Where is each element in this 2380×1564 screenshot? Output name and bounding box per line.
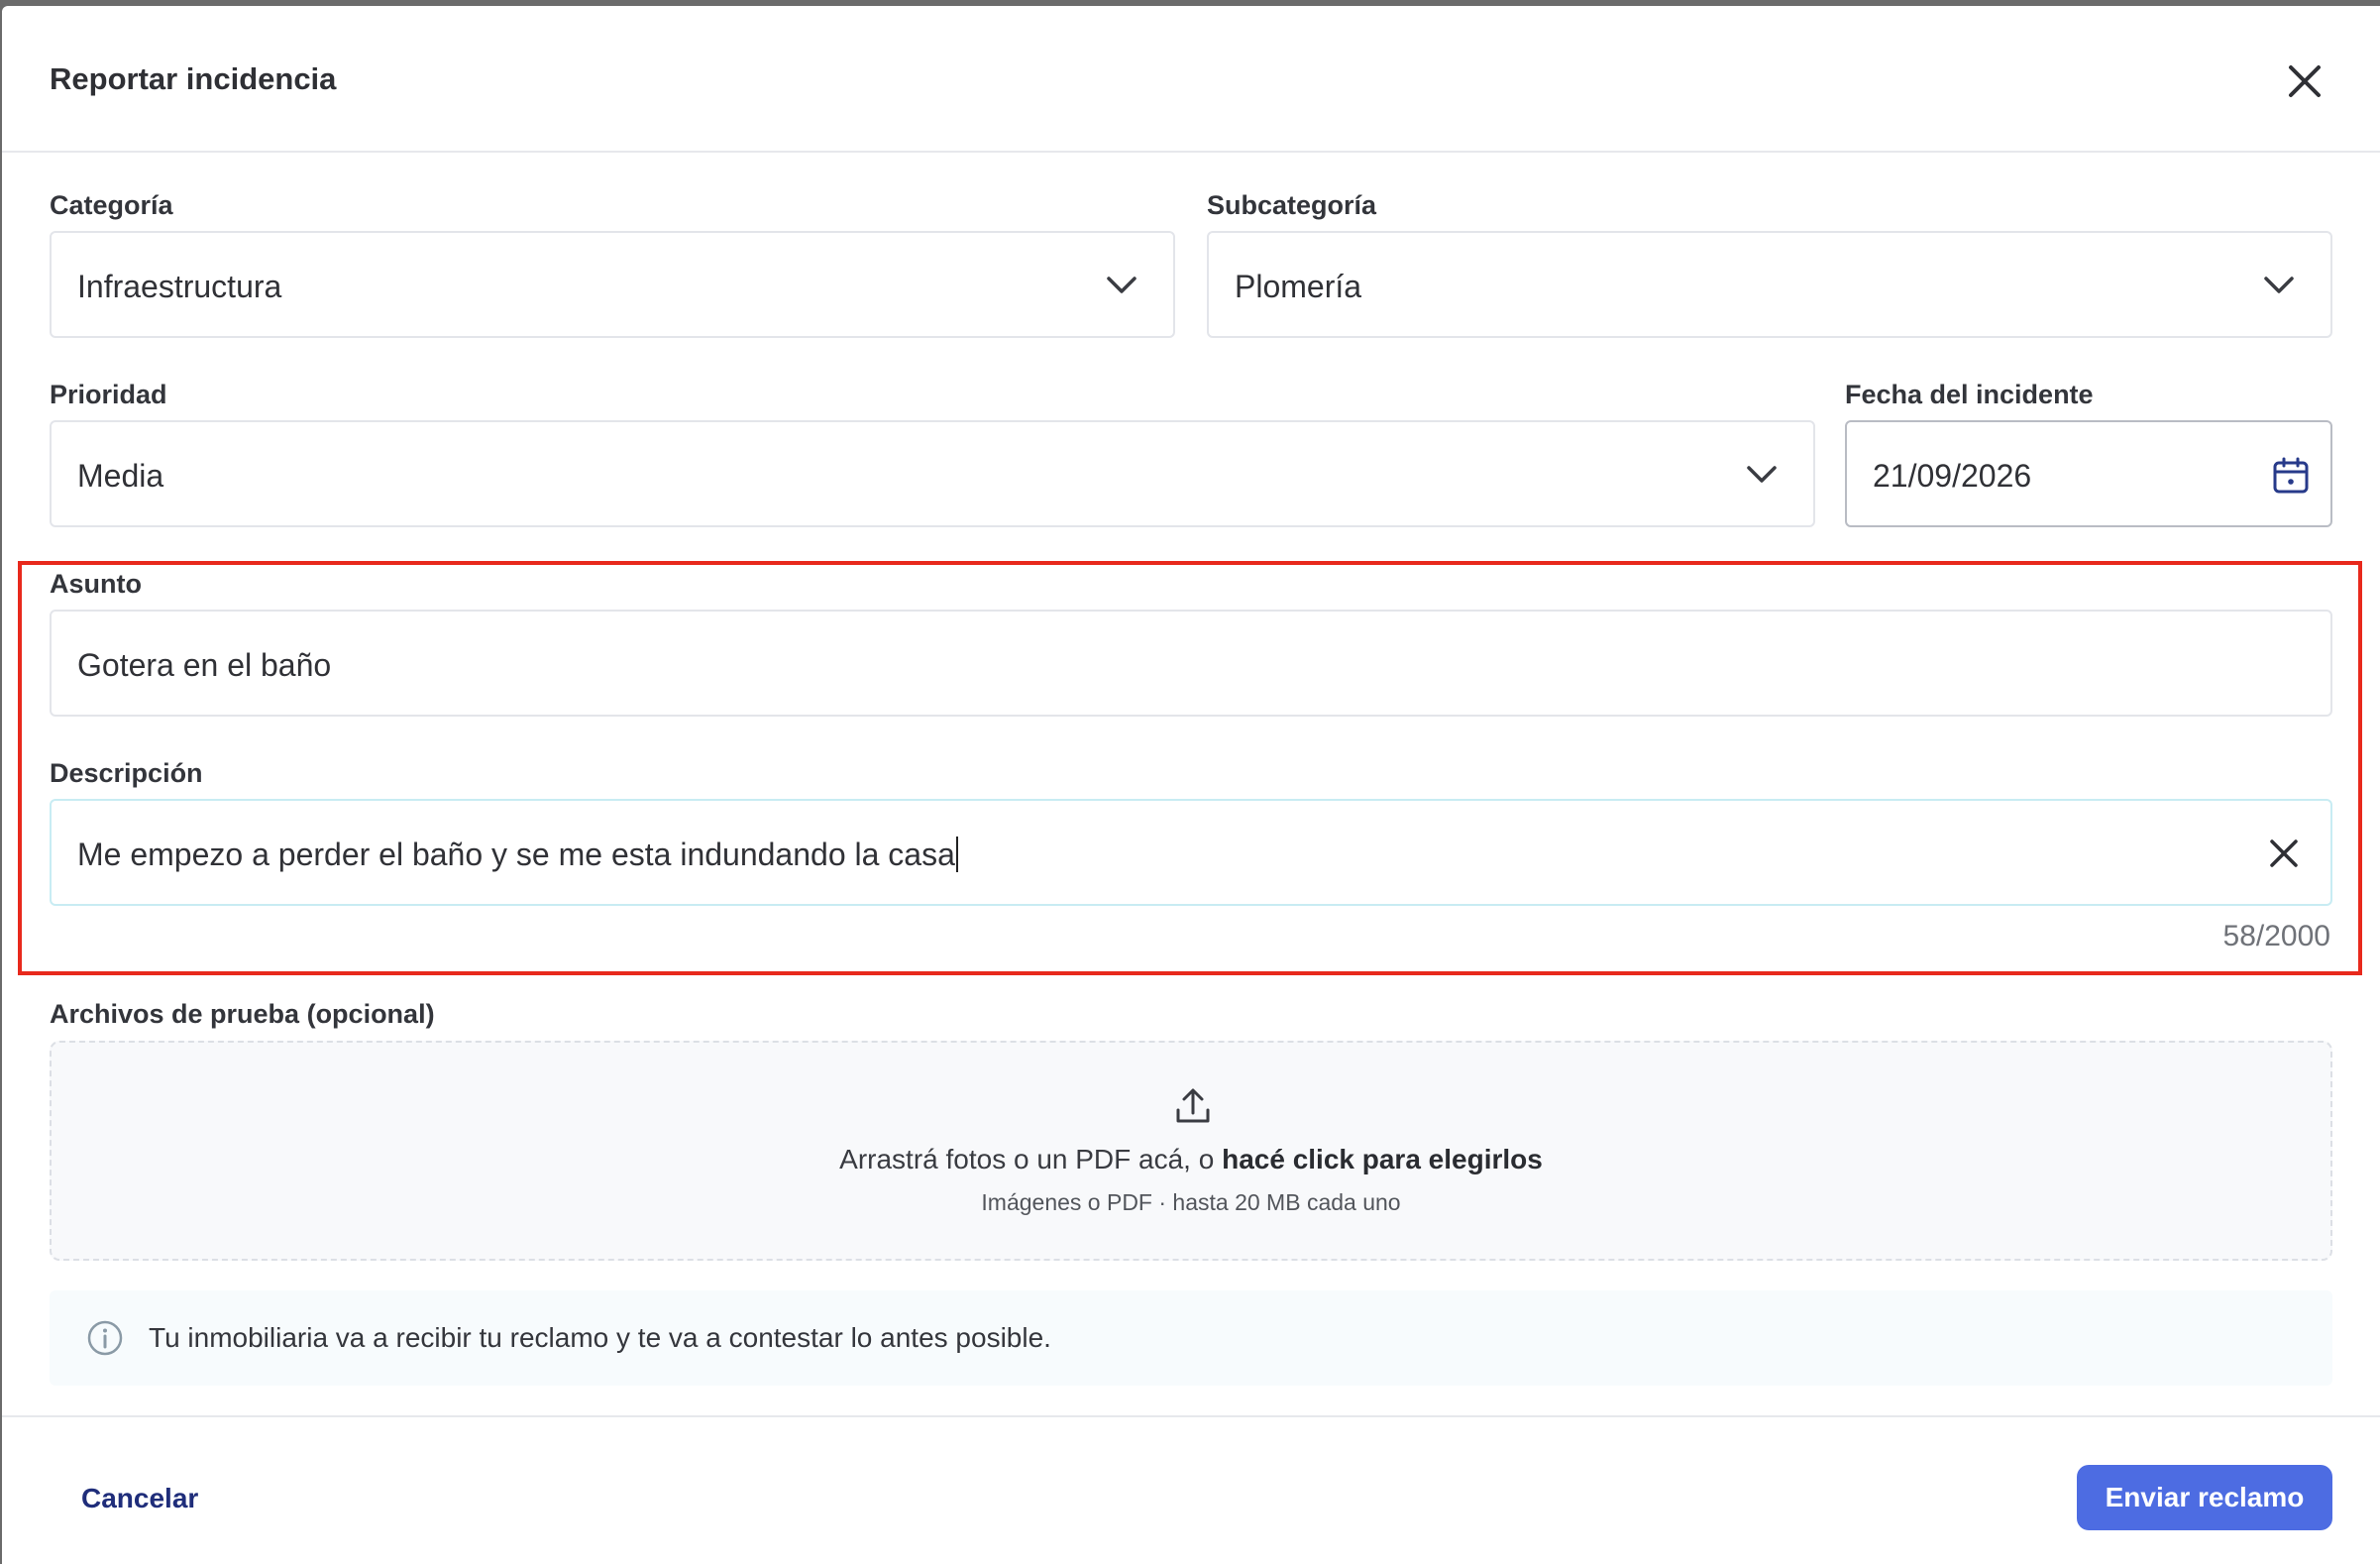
chevron-down-icon [1107,277,1136,293]
asunto-input[interactable]: Gotera en el baño [50,610,2332,717]
subcategoria-select[interactable]: Plomería [1207,231,2332,338]
subcategoria-label: Subcategoría [1207,190,1377,220]
info-banner: Tu inmobiliaria va a recibir tu reclamo … [50,1290,2332,1386]
categoria-select[interactable]: Infraestructura [50,231,1175,338]
character-counter: 58/2000 [2222,920,2330,952]
descripcion-textarea[interactable]: Me empezo a perder el baño y se me esta … [50,799,2332,906]
dropzone-prompt: Arrastrá fotos o un PDF acá, o hacé clic… [52,1144,2330,1175]
clear-icon[interactable] [2265,835,2303,872]
prioridad-select[interactable]: Media [50,420,1815,527]
dropzone-prompt-text: Arrastrá fotos o un PDF acá, o [839,1144,1223,1174]
descripcion-value: Me empezo a perder el baño y se me esta … [77,837,958,873]
fecha-input[interactable]: 21/09/2026 [1845,420,2332,527]
chevron-down-icon [2264,277,2294,293]
prioridad-value: Media [77,458,164,494]
asunto-value: Gotera en el baño [77,647,332,683]
submit-button[interactable]: Enviar reclamo [2077,1465,2332,1530]
cancel-button[interactable]: Cancelar [81,1483,198,1514]
text-caret [955,837,958,872]
attachments-label: Archivos de prueba (opcional) [50,999,435,1029]
dropzone-browse-link[interactable]: hacé click para elegirlos [1222,1144,1543,1174]
info-text: Tu inmobiliaria va a recibir tu reclamo … [149,1322,1051,1353]
file-dropzone[interactable]: Arrastrá fotos o un PDF acá, o hacé clic… [50,1041,2332,1261]
upload-icon [1176,1088,1210,1123]
dialog-title: Reportar incidencia [50,61,337,96]
dropzone-hint: Imágenes o PDF · hasta 20 MB cada uno [981,1189,1401,1215]
calendar-icon[interactable] [2271,456,2311,496]
footer-divider [2,1415,2380,1417]
asunto-label: Asunto [50,569,142,599]
fecha-label: Fecha del incidente [1845,380,2094,409]
dialog-header: Reportar incidencia [2,6,2380,153]
fecha-value: 21/09/2026 [1873,458,2032,494]
report-incident-dialog: Reportar incidencia Categoría Infraestru… [2,6,2380,1564]
info-icon [87,1320,123,1356]
close-icon [2289,65,2321,97]
close-button[interactable] [2281,57,2328,105]
descripcion-text: Me empezo a perder el baño y se me esta … [77,837,955,872]
descripcion-label: Descripción [50,758,203,788]
chevron-down-icon [1747,466,1777,483]
categoria-label: Categoría [50,190,173,220]
categoria-value: Infraestructura [77,269,282,304]
subcategoria-value: Plomería [1235,269,1362,304]
prioridad-label: Prioridad [50,380,167,409]
